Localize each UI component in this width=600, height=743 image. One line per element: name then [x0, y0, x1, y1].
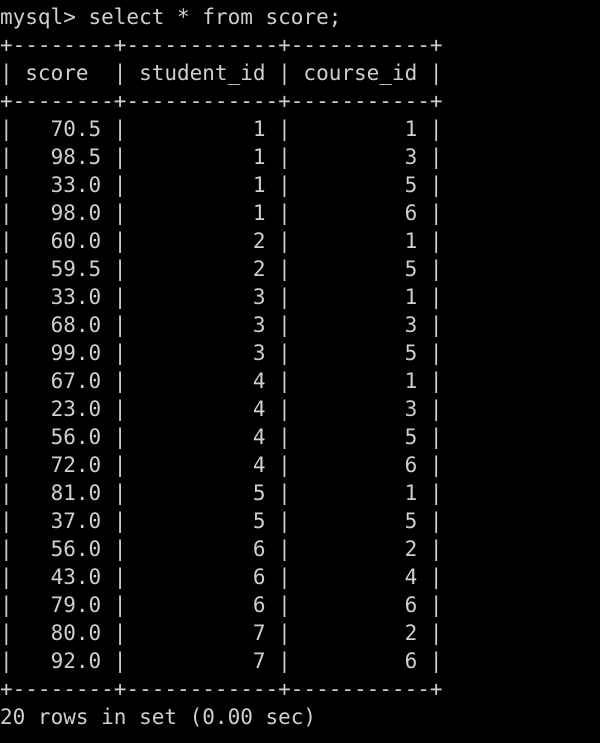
- table-header-row: | score | student_id | course_id |: [0, 61, 443, 85]
- table-row: | 68.0 | 3 | 3 |: [0, 313, 443, 337]
- status-line: 20 rows in set (0.00 sec): [0, 705, 317, 729]
- table-row: | 33.0 | 3 | 1 |: [0, 285, 443, 309]
- table-row: | 56.0 | 6 | 2 |: [0, 537, 443, 561]
- terminal-screen[interactable]: mysql> select * from score; +--------+--…: [0, 0, 600, 743]
- table-row: | 56.0 | 4 | 5 |: [0, 425, 443, 449]
- table-border-top: +--------+------------+-----------+: [0, 33, 443, 57]
- table-row: | 33.0 | 1 | 5 |: [0, 173, 443, 197]
- table-row: | 70.5 | 1 | 1 |: [0, 117, 443, 141]
- table-row: | 81.0 | 5 | 1 |: [0, 481, 443, 505]
- table-row: | 43.0 | 6 | 4 |: [0, 565, 443, 589]
- table-row: | 98.5 | 1 | 3 |: [0, 145, 443, 169]
- table-row: | 99.0 | 3 | 5 |: [0, 341, 443, 365]
- table-row: | 98.0 | 1 | 6 |: [0, 201, 443, 225]
- terminal-output: mysql> select * from score; +--------+--…: [0, 0, 600, 743]
- table-border-header: +--------+------------+-----------+: [0, 89, 443, 113]
- table-row: | 59.5 | 2 | 5 |: [0, 257, 443, 281]
- table-row: | 23.0 | 4 | 3 |: [0, 397, 443, 421]
- table-row: | 79.0 | 6 | 6 |: [0, 593, 443, 617]
- table-border-bottom: +--------+------------+-----------+: [0, 677, 443, 701]
- command-line: mysql> select * from score;: [0, 5, 342, 29]
- table-row: | 60.0 | 2 | 1 |: [0, 229, 443, 253]
- table-row: | 37.0 | 5 | 5 |: [0, 509, 443, 533]
- table-row: | 92.0 | 7 | 6 |: [0, 649, 443, 673]
- table-row: | 72.0 | 4 | 6 |: [0, 453, 443, 477]
- table-row: | 67.0 | 4 | 1 |: [0, 369, 443, 393]
- table-row: | 80.0 | 7 | 2 |: [0, 621, 443, 645]
